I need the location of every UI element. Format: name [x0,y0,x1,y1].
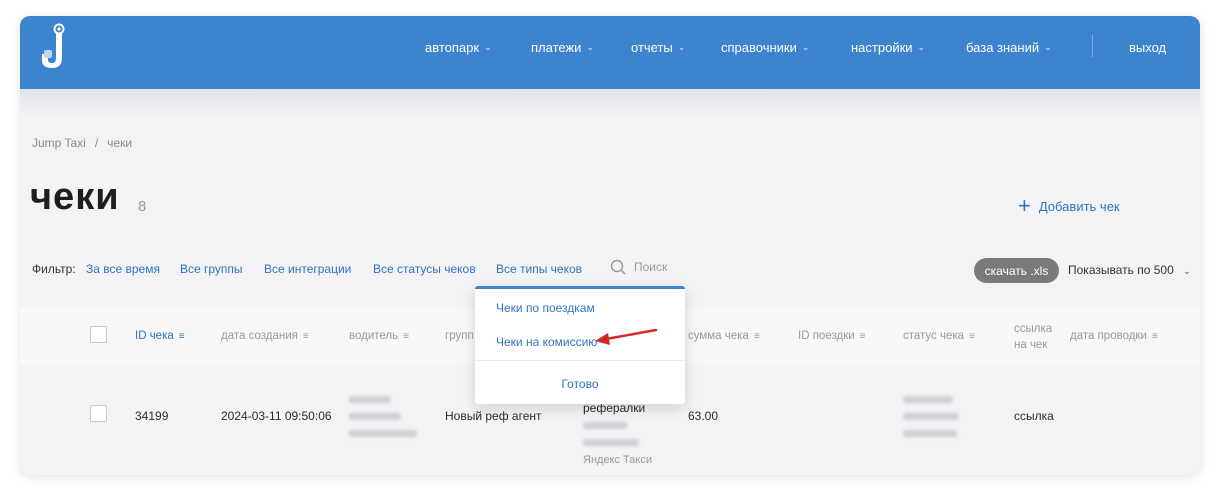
dropdown-divider [475,360,685,361]
receipt-link[interactable]: ссылка [1014,409,1054,423]
column-header-label: водитель [349,330,399,342]
app-window: автопарк ⌄ платежи ⌄ отчеты ⌄ справочник… [20,16,1200,475]
nav-item-label: отчеты [631,39,673,55]
chevron-down-icon: ⌄ [801,41,810,52]
column-header-label: дата создания [221,330,298,342]
add-receipt-label: Добавить чек [1038,198,1120,214]
annotation-arrow-icon [595,328,658,345]
column-header-amount[interactable]: сумма чека ≡ [688,330,760,342]
dropdown-done-button[interactable]: Готово [475,377,685,391]
nav-item-label: платежи [531,39,582,55]
column-header-label: ссылка [1014,323,1053,335]
sort-icon: ≡ [1151,331,1158,342]
chevron-down-icon: ⌄ [484,41,492,52]
nav-item-label: автопарк [425,39,480,55]
nav-item-knowledge-base[interactable]: база знаний ⌄ [966,37,1052,57]
filter-lines-icon: ≡ [178,331,185,342]
breadcrumb-current: чеки [107,136,133,150]
per-page-label: Показывать по 500 [1068,263,1174,277]
top-navigation-bar: автопарк ⌄ платежи ⌄ отчеты ⌄ справочник… [20,16,1200,89]
chevron-down-icon: ⌄ [586,41,594,52]
column-header-posted[interactable]: дата проводки ≡ [1070,330,1158,342]
nav-item-payments[interactable]: платежи ⌄ [531,37,594,57]
column-header-group[interactable]: групп [445,330,474,342]
created-date: 2024-03-11 09:50:06 [221,409,332,423]
download-xls-button[interactable]: скачать .xls [974,258,1059,283]
plus-icon: + [1018,193,1031,218]
nav-item-label: база знаний [966,39,1040,55]
sort-icon: ≡ [403,331,409,342]
integration-provider: Яндекс Такси [583,454,652,466]
sort-icon: ≡ [753,331,760,342]
group-name: Новый реф агент [445,409,542,423]
filter-integrations[interactable]: Все интеграции [264,262,351,276]
search-input[interactable]: Поиск [610,259,667,275]
column-header-label: ID поездки [798,330,855,342]
logout-link[interactable]: выход [1129,37,1166,57]
chevron-down-icon: ⌄ [1044,41,1052,52]
nav-item-reports[interactable]: отчеты ⌄ [631,37,685,57]
column-header-status[interactable]: статус чека ≡ [903,330,975,342]
receipt-id: 34199 [135,409,169,423]
breadcrumb: Jump Taxi / чеки [32,136,132,150]
nav-item-label: справочники [721,39,797,55]
column-header-created[interactable]: дата создания ≡ [221,330,309,342]
logout-label: выход [1129,39,1167,55]
filter-receipt-types[interactable]: Все типы чеков [496,262,582,276]
column-header-link: ссылка на чек [1014,321,1052,353]
nav-item-label: настройки [851,39,913,55]
select-all-checkbox[interactable] [90,326,107,343]
breadcrumb-separator: / [94,136,99,150]
column-header-label: сумма чека [688,330,749,342]
sort-icon: ≡ [859,331,866,342]
nav-item-settings[interactable]: настройки ⌄ [851,37,925,57]
column-header-label: ID чека [135,330,174,342]
breadcrumb-root-link[interactable]: Jump Taxi [32,136,86,150]
chevron-down-icon: ⌄ [1183,266,1191,276]
sort-icon: ≡ [302,331,309,342]
column-header-label: групп [445,330,474,342]
filter-label: Фильтр: [32,262,76,276]
dropdown-option-commission-receipts[interactable]: Чеки на комиссию [496,335,597,349]
chevron-down-icon: ⌄ [917,41,926,52]
receipt-count: 8 [138,198,147,215]
filter-statuses[interactable]: Все статусы чеков [373,262,476,276]
column-header-driver[interactable]: водитель ≡ [349,330,409,342]
app-logo-icon[interactable] [38,20,72,72]
column-header-label: дата проводки [1070,330,1147,342]
search-placeholder: Поиск [634,260,668,274]
sort-icon: ≡ [969,331,975,342]
column-header-id[interactable]: ID чека ≡ [135,330,185,342]
chevron-down-icon: ⌄ [677,41,686,52]
column-header-label: статус чека [903,330,965,342]
nav-divider [1092,35,1093,57]
per-page-select[interactable]: Показывать по 500 ⌄ [1068,263,1191,277]
dropdown-option-trip-receipts[interactable]: Чеки по поездкам [496,301,595,315]
search-icon [610,259,626,275]
add-receipt-button[interactable]: + Добавить чек [1018,193,1120,218]
row-checkbox[interactable] [90,405,107,422]
column-header-trip-id[interactable]: ID поездки ≡ [798,330,866,342]
receipt-amount: 63.00 [688,409,719,423]
filter-period[interactable]: За все время [86,262,160,276]
nav-item-directories[interactable]: справочники ⌄ [721,37,809,57]
page-title: чеки [30,176,120,218]
nav-item-autopark[interactable]: автопарк ⌄ [425,37,492,57]
header-shadow [20,89,1200,117]
filter-groups[interactable]: Все группы [180,262,243,276]
column-header-label: на чек [1014,339,1048,351]
